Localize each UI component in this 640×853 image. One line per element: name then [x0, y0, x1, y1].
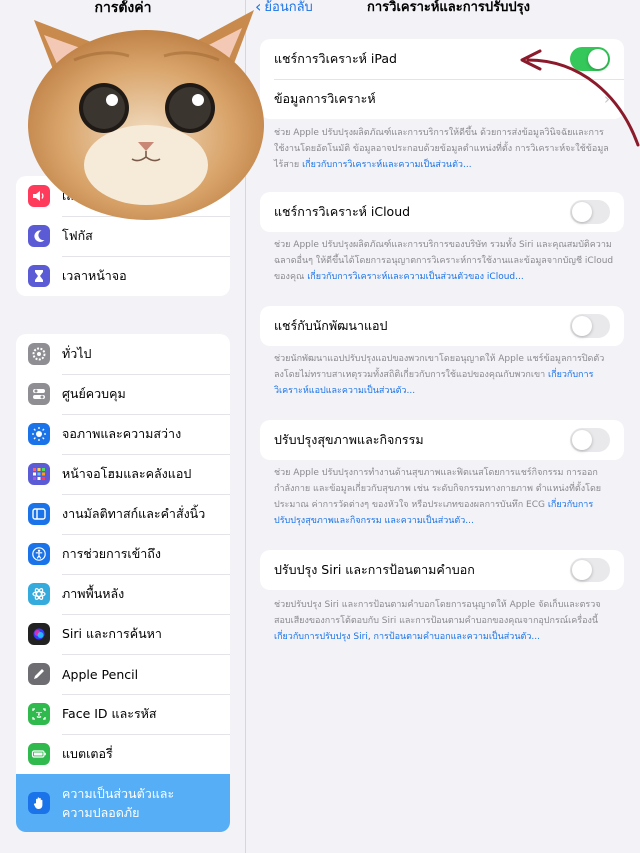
about-siri-privacy-link[interactable]: เกี่ยวกับการปรับปรุง Siri, การป้อนตามคำบ… — [274, 632, 540, 642]
battery-icon — [28, 743, 50, 765]
sidebar-item-label: จอภาพและความสว่าง — [62, 426, 182, 441]
about-analytics-privacy-link[interactable]: เกี่ยวกับการวิเคราะห์และความเป็นส่วนตัว.… — [302, 160, 472, 170]
toggle-knob — [572, 560, 592, 580]
share-with-developers-toggle[interactable] — [570, 314, 610, 338]
row-label: แชร์กับนักพัฒนาแอป — [274, 318, 388, 333]
sidebar-item-label: แบตเตอรี่ — [62, 746, 113, 761]
sidebar-item-battery[interactable]: แบตเตอรี่ — [16, 734, 230, 774]
sidebar-item-wallpaper[interactable]: ภาพพื้นหลัง — [16, 574, 230, 614]
multitask-icon — [28, 503, 50, 525]
improve-health-toggle[interactable] — [570, 428, 610, 452]
kitten-sticker — [28, 10, 264, 220]
hand-icon — [28, 792, 50, 814]
improve-health-row: ปรับปรุงสุขภาพและกิจกรรม — [260, 420, 624, 460]
sidebar-item-label: ทั่วไป — [62, 346, 92, 361]
sun-icon — [28, 423, 50, 445]
improve-siri-row: ปรับปรุง Siri และการป้อนตามคำบอก — [260, 550, 624, 590]
sidebar-item-general[interactable]: ทั่วไป — [16, 334, 230, 374]
sidebar-item-label: ศูนย์ควบคุม — [62, 386, 126, 401]
sidebar-item-accessibility[interactable]: การช่วยการเข้าถึง — [16, 534, 230, 574]
sidebar-item-label: ภาพพื้นหลัง — [62, 586, 125, 601]
switches-icon — [28, 383, 50, 405]
sidebar-item-home-screen[interactable]: หน้าจอโฮมและคลังแอป — [16, 454, 230, 494]
icloud-analytics-footnote: ช่วย Apple ปรับปรุงผลิตภัณฑ์และการบริการ… — [274, 237, 614, 285]
improve-health-card: ปรับปรุงสุขภาพและกิจกรรม — [260, 420, 624, 460]
sidebar-item-label: Apple Pencil — [62, 666, 139, 682]
page-title: การวิเคราะห์และการปรับปรุง — [367, 0, 530, 15]
toggle-knob — [572, 316, 592, 336]
share-with-developers-card: แชร์กับนักพัฒนาแอป — [260, 306, 624, 346]
share-icloud-analytics-card: แชร์การวิเคราะห์ iCloud — [260, 192, 624, 232]
sidebar-item-siri-search[interactable]: Siri และการค้นหา — [16, 614, 230, 654]
improve-siri-card: ปรับปรุง Siri และการป้อนตามคำบอก — [260, 550, 624, 590]
improve-siri-toggle[interactable] — [570, 558, 610, 582]
app-grid-icon — [28, 463, 50, 485]
annotation-arrow — [520, 49, 640, 147]
face-id-icon — [28, 703, 50, 725]
sidebar-group-2: ทั่วไป ศูนย์ควบคุม จอภาพและความสว่าง หน้… — [16, 334, 230, 832]
row-label: ปรับปรุง Siri และการป้อนตามคำบอก — [274, 562, 475, 577]
accessibility-icon — [28, 543, 50, 565]
row-label: แชร์การวิเคราะห์ iPad — [274, 51, 397, 66]
row-label: ข้อมูลการวิเคราะห์ — [274, 91, 376, 106]
sidebar-item-label: Siri และการค้นหา — [62, 626, 162, 641]
sidebar-item-display-brightness[interactable]: จอภาพและความสว่าง — [16, 414, 230, 454]
about-icloud-analytics-link[interactable]: เกี่ยวกับการวิเคราะห์และความเป็นส่วนตัวข… — [307, 272, 524, 282]
wallpaper-icon — [28, 583, 50, 605]
sidebar-item-label: เวลาหน้าจอ — [62, 268, 127, 283]
developers-footnote: ช่วยนักพัฒนาแอปปรับปรุงแอปของพวกเขาโดยอน… — [274, 351, 614, 399]
toggle-knob — [572, 430, 592, 450]
siri-footnote: ช่วยปรับปรุง Siri และการป้อนตามคำบอกโดยก… — [274, 597, 614, 645]
share-icloud-analytics-toggle[interactable] — [570, 200, 610, 224]
sidebar-item-control-center[interactable]: ศูนย์ควบคุม — [16, 374, 230, 414]
toggle-knob — [572, 202, 592, 222]
sidebar-item-label: หน้าจอโฮมและคลังแอป — [62, 466, 192, 481]
gear-icon — [28, 343, 50, 365]
sidebar-item-face-id[interactable]: Face ID และรหัส — [16, 694, 230, 734]
hourglass-icon — [28, 265, 50, 287]
sidebar-item-label: Face ID และรหัส — [62, 706, 157, 721]
row-label: ปรับปรุงสุขภาพและกิจกรรม — [274, 432, 424, 447]
sidebar-item-privacy-security[interactable]: ความเป็นส่วนตัวและความปลอดภัย — [16, 774, 230, 832]
health-footnote: ช่วย Apple ปรับปรุงการทำงานด้านสุขภาพและ… — [274, 465, 614, 529]
sidebar-item-screen-time[interactable]: เวลาหน้าจอ — [16, 256, 230, 296]
siri-icon — [28, 623, 50, 645]
share-icloud-analytics-row: แชร์การวิเคราะห์ iCloud — [260, 192, 624, 232]
sidebar-item-label: ความเป็นส่วนตัวและความปลอดภัย — [62, 786, 175, 820]
sidebar-item-apple-pencil[interactable]: Apple Pencil — [16, 654, 230, 694]
footnote-text: ช่วยปรับปรุง Siri และการป้อนตามคำบอกโดยก… — [274, 600, 601, 626]
pencil-icon — [28, 663, 50, 685]
sidebar-item-multitasking[interactable]: งานมัลติทาสก์และคำสั่งนิ้ว — [16, 494, 230, 534]
sidebar-item-label: งานมัลติทาสก์และคำสั่งนิ้ว — [62, 506, 206, 521]
row-label: แชร์การวิเคราะห์ iCloud — [274, 204, 411, 219]
share-with-developers-row: แชร์กับนักพัฒนาแอป — [260, 306, 624, 346]
sidebar-item-label: การช่วยการเข้าถึง — [62, 546, 161, 561]
